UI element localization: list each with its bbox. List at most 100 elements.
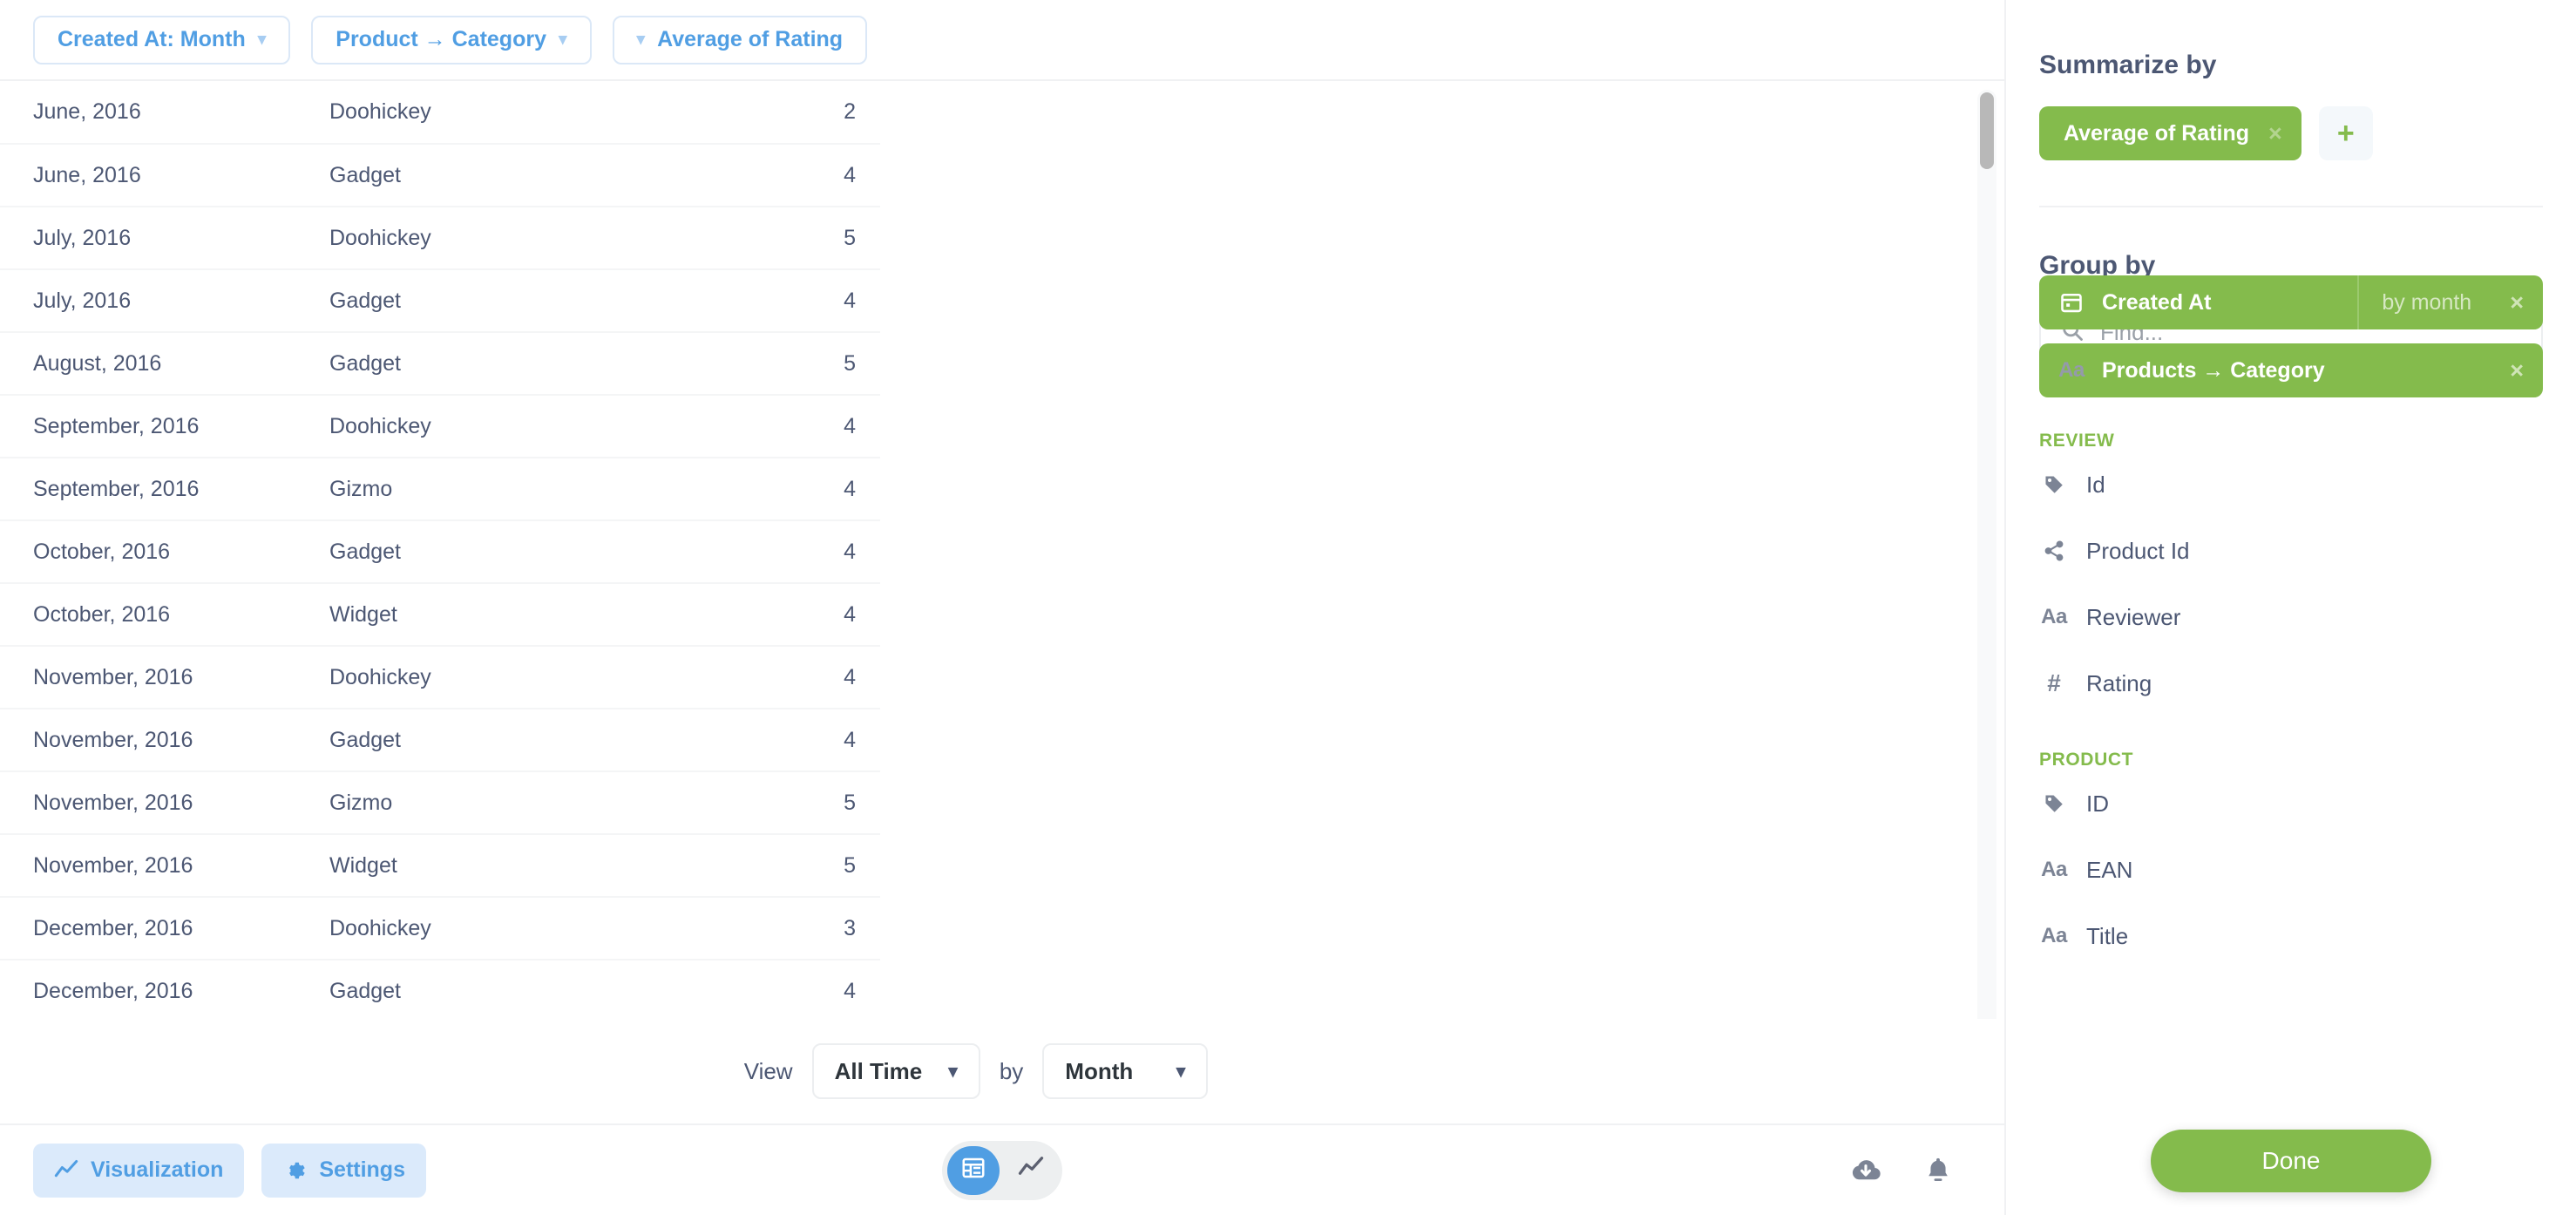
connection-icon	[2039, 540, 2069, 562]
done-button[interactable]: Done	[2151, 1130, 2431, 1192]
summarize-sidebar: Summarize by Average of Rating × + Group…	[2004, 0, 2576, 1215]
aggregation-row: Average of Rating × +	[2039, 106, 2543, 160]
field-row-rating[interactable]: # Rating	[2039, 650, 2543, 716]
pill-label: Product → Category	[336, 27, 546, 51]
calendar-icon	[2057, 290, 2086, 315]
table-row[interactable]: June, 2016 Gadget 4	[0, 143, 880, 207]
tag-icon	[2039, 473, 2069, 496]
field-row-ean[interactable]: Aa EAN	[2039, 837, 2543, 903]
text-icon: Aa	[2041, 924, 2067, 947]
field-group-heading-review: REVIEW	[2039, 431, 2115, 451]
chevron-down-icon: ▾	[558, 31, 567, 49]
cell-value: 4	[688, 268, 880, 332]
cell-created-at: December, 2016	[0, 896, 314, 960]
pill-label: Created At: Month	[58, 27, 246, 51]
download-icon[interactable]	[1849, 1154, 1882, 1187]
cell-created-at: July, 2016	[0, 206, 314, 269]
table-row[interactable]: October, 2016 Widget 4	[0, 582, 880, 646]
cell-value: 5	[688, 206, 880, 269]
number-icon: #	[2047, 669, 2061, 696]
cell-value: 5	[688, 331, 880, 395]
group-by-list: Created At by month × Aa Products → Cate…	[2006, 261, 2576, 1215]
add-aggregation-button[interactable]: +	[2318, 106, 2373, 160]
tag-icon	[2039, 792, 2069, 815]
cell-created-at: November, 2016	[0, 770, 314, 834]
cell-value: 4	[688, 519, 880, 583]
view-label: View	[743, 1057, 793, 1084]
bottom-action-bar: Visualization Settings	[0, 1123, 2004, 1215]
cell-category: Gadget	[314, 708, 688, 771]
pill-average-of-rating[interactable]: ▾ Average of Rating	[612, 15, 868, 64]
table-row[interactable]: November, 2016 Widget 5	[0, 833, 880, 897]
field-label: Product Id	[2086, 537, 2190, 564]
toggle-line-view[interactable]	[1005, 1146, 1057, 1195]
table-row[interactable]: October, 2016 Gadget 4	[0, 519, 880, 583]
dimension-chip-created-at[interactable]: Created At by month ×	[2039, 275, 2543, 329]
table-row[interactable]: August, 2016 Gadget 5	[0, 331, 880, 395]
chevron-down-icon: ▾	[257, 31, 267, 49]
visualization-button[interactable]: Visualization	[33, 1143, 245, 1198]
close-icon[interactable]: ×	[2268, 121, 2282, 146]
scrollbar-thumb[interactable]	[1980, 92, 1994, 169]
cell-created-at: November, 2016	[0, 708, 314, 771]
cell-category: Gadget	[314, 331, 688, 395]
table-row[interactable]: December, 2016 Gadget 4	[0, 959, 880, 1019]
close-icon[interactable]: ×	[2510, 290, 2524, 315]
field-label: ID	[2086, 790, 2109, 817]
time-range-select[interactable]: All Time ▾	[811, 1043, 980, 1099]
field-row-reviewer[interactable]: Aa Reviewer	[2039, 584, 2543, 650]
display-type-toggle	[942, 1140, 1062, 1200]
bell-icon[interactable]	[1922, 1155, 1954, 1186]
cell-created-at: August, 2016	[0, 331, 314, 395]
cell-category: Widget	[314, 833, 688, 897]
close-icon[interactable]: ×	[2510, 358, 2524, 383]
table-row[interactable]: November, 2016 Gizmo 5	[0, 770, 880, 834]
time-unit-select[interactable]: Month ▾	[1042, 1043, 1209, 1099]
text-icon: Aa	[2058, 358, 2085, 382]
results-scrollbar[interactable]	[1977, 90, 1996, 1019]
table-icon	[960, 1155, 986, 1185]
cell-value: 4	[688, 394, 880, 458]
cell-category: Doohickey	[314, 645, 688, 709]
aggregation-label: Average of Rating	[2064, 120, 2250, 146]
table-row[interactable]: September, 2016 Doohickey 4	[0, 394, 880, 458]
table-row[interactable]: July, 2016 Gadget 4	[0, 268, 880, 332]
chevron-down-icon: ▾	[636, 31, 646, 49]
dimension-chip-products-category[interactable]: Aa Products → Category ×	[2039, 343, 2543, 397]
results-table: June, 2016 Doohickey 2 June, 2016 Gadget…	[0, 81, 880, 1019]
chevron-down-icon: ▾	[1176, 1061, 1186, 1082]
cell-value: 5	[688, 833, 880, 897]
settings-button[interactable]: Settings	[261, 1143, 426, 1198]
cell-category: Gizmo	[314, 457, 688, 520]
cell-value: 3	[688, 896, 880, 960]
field-row-title[interactable]: Aa Title	[2039, 903, 2543, 969]
table-row[interactable]: December, 2016 Doohickey 3	[0, 896, 880, 960]
field-label: Id	[2086, 471, 2105, 498]
cell-created-at: November, 2016	[0, 645, 314, 709]
toggle-table-view[interactable]	[947, 1145, 1000, 1195]
cell-value: 4	[688, 645, 880, 709]
cell-value: 4	[688, 457, 880, 520]
pill-created-at-month[interactable]: Created At: Month ▾	[33, 15, 291, 64]
aggregation-chip-average-of-rating[interactable]: Average of Rating ×	[2039, 106, 2301, 160]
pill-product-category[interactable]: Product → Category ▾	[311, 15, 592, 64]
dimension-bucket[interactable]: by month	[2357, 275, 2471, 329]
field-label: EAN	[2086, 856, 2133, 883]
field-row-product-id[interactable]: Product Id	[2039, 518, 2543, 584]
text-icon: Aa	[2041, 605, 2067, 628]
results-table-body: June, 2016 Doohickey 2 June, 2016 Gadget…	[0, 81, 880, 1019]
summarize-section: Summarize by Average of Rating × +	[2006, 0, 2576, 207]
query-pill-bar: Created At: Month ▾ Product → Category ▾…	[0, 0, 2004, 81]
cell-category: Doohickey	[314, 896, 688, 960]
table-row[interactable]: November, 2016 Doohickey 4	[0, 645, 880, 709]
cell-created-at: December, 2016	[0, 959, 314, 1019]
table-row[interactable]: September, 2016 Gizmo 4	[0, 457, 880, 520]
cell-created-at: June, 2016	[33, 99, 141, 124]
field-row-product-id-pk[interactable]: ID	[2039, 770, 2543, 837]
table-row[interactable]: July, 2016 Doohickey 5	[0, 206, 880, 269]
line-chart-icon	[1018, 1155, 1044, 1185]
time-range-value: All Time	[834, 1057, 923, 1084]
table-row[interactable]: June, 2016 Doohickey 2	[0, 81, 880, 144]
table-row[interactable]: November, 2016 Gadget 4	[0, 708, 880, 771]
field-row-id[interactable]: Id	[2039, 451, 2543, 518]
